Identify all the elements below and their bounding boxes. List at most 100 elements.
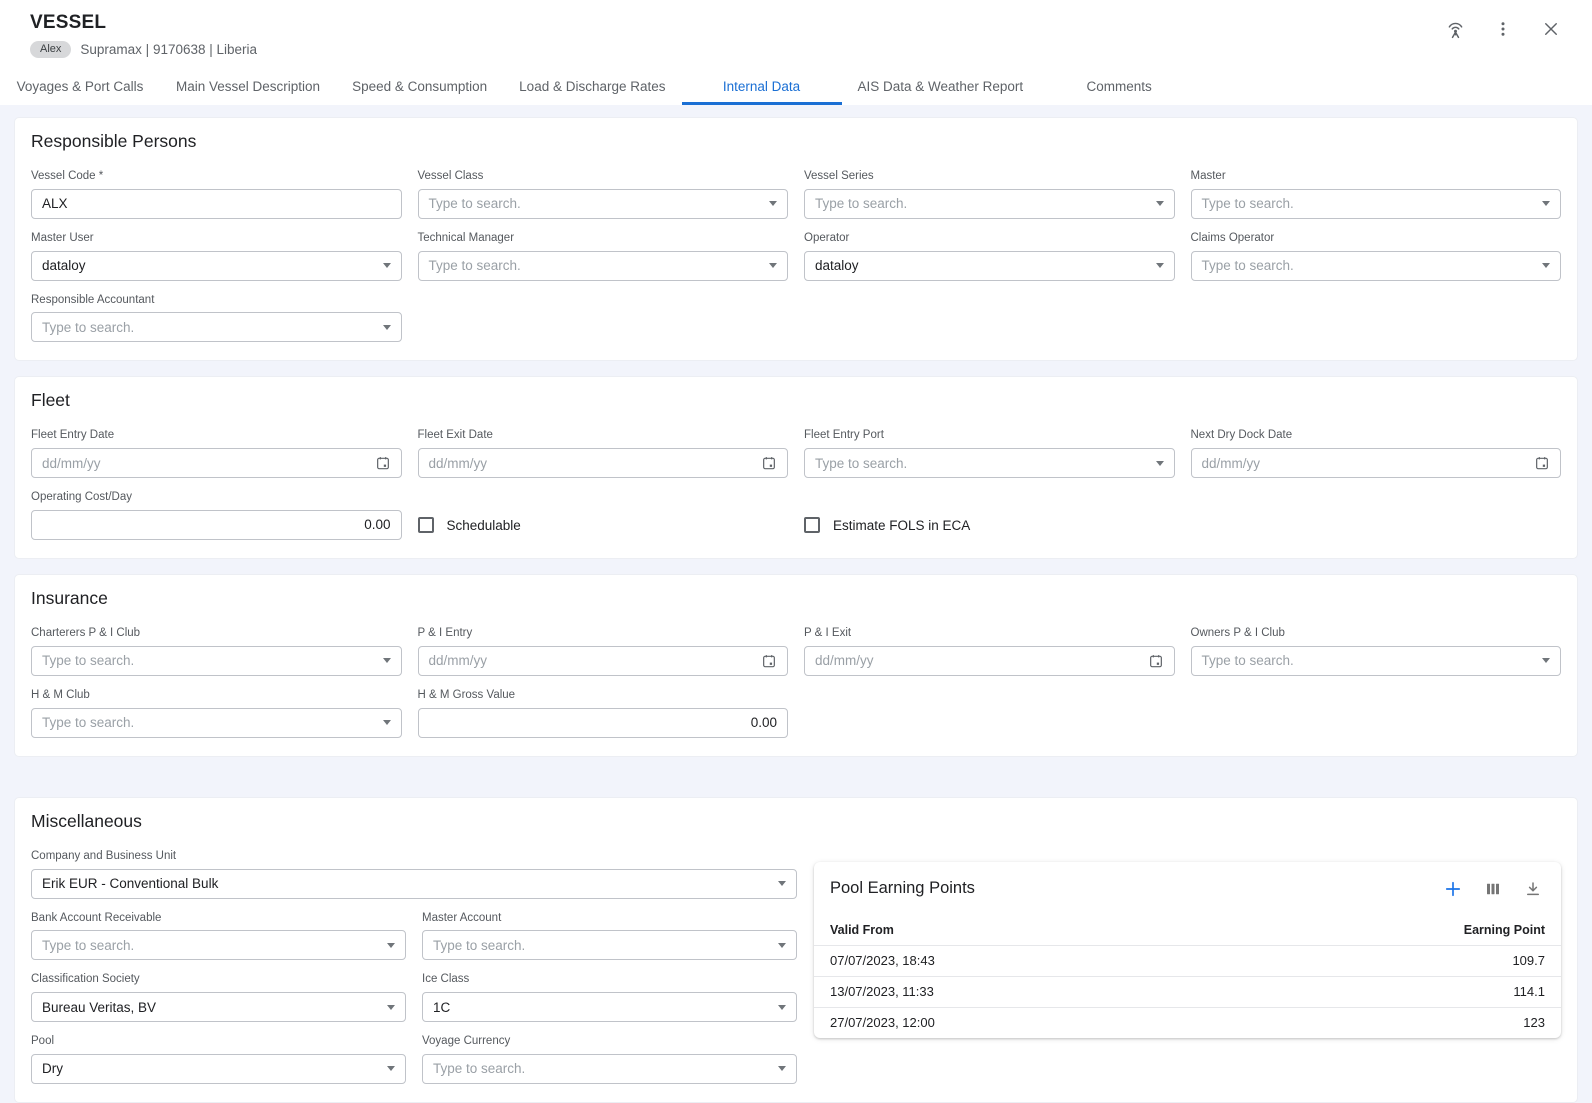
chevron-down-icon[interactable] (778, 1005, 786, 1010)
ice-class-field: Ice Class 1C (422, 973, 797, 1022)
voyage-currency-select[interactable]: Type to search. (422, 1054, 797, 1084)
valid-from-cell: 07/07/2023, 18:43 (830, 953, 935, 968)
schedulable-checkbox-row[interactable]: Schedulable (418, 510, 789, 540)
operating-cost-day-field: Operating Cost/Day 0.00 (31, 491, 402, 540)
ice-class-select[interactable]: 1C (422, 992, 797, 1022)
calendar-icon[interactable] (761, 455, 777, 471)
hm-gross-value-input[interactable]: 0.00 (418, 708, 789, 738)
company-business-unit-label: Company and Business Unit (31, 850, 797, 864)
checkbox-icon[interactable] (804, 517, 820, 533)
calendar-icon[interactable] (375, 455, 391, 471)
chevron-down-icon[interactable] (778, 1066, 786, 1071)
fleet-entry-port-field: Fleet Entry Port Type to search. (804, 429, 1175, 478)
window-header: VESSEL Alex Supramax | 9170638 | Liberia (0, 0, 1592, 105)
master-user-select[interactable]: dataloy (31, 251, 402, 281)
table-header-row: Valid From Earning Point (814, 915, 1561, 945)
pi-entry-label: P & I Entry (418, 627, 789, 641)
chevron-down-icon[interactable] (1542, 201, 1550, 206)
columns-icon[interactable] (1481, 877, 1505, 901)
fleet-exit-date-field: Fleet Exit Date dd/mm/yy (418, 429, 789, 478)
hm-club-field: H & M Club Type to search. (31, 689, 402, 738)
pi-exit-label: P & I Exit (804, 627, 1175, 641)
fleet-entry-date-input[interactable]: dd/mm/yy (31, 448, 402, 478)
section-responsible-persons: Responsible Persons Vessel Code * ALX Ve… (14, 117, 1578, 361)
chevron-down-icon[interactable] (1156, 263, 1164, 268)
user-badge: Alex (30, 41, 71, 58)
tab-main-vessel-description[interactable]: Main Vessel Description (160, 71, 336, 105)
vessel-class-label: Vessel Class (418, 170, 789, 184)
tab-comments[interactable]: Comments (1039, 71, 1199, 105)
pool-field: Pool Dry (31, 1035, 406, 1084)
table-row[interactable]: 07/07/2023, 18:43 109.7 (814, 945, 1561, 976)
chevron-down-icon[interactable] (778, 881, 786, 886)
chevron-down-icon[interactable] (1156, 201, 1164, 206)
add-row-icon[interactable] (1441, 877, 1465, 901)
valid-from-cell: 13/07/2023, 11:33 (830, 984, 934, 999)
chevron-down-icon[interactable] (387, 1005, 395, 1010)
charterers-pi-club-select[interactable]: Type to search. (31, 646, 402, 676)
operator-select[interactable]: dataloy (804, 251, 1175, 281)
vessel-series-label: Vessel Series (804, 170, 1175, 184)
classification-society-field: Classification Society Bureau Veritas, B… (31, 973, 406, 1022)
classification-society-select[interactable]: Bureau Veritas, BV (31, 992, 406, 1022)
tab-ais-data-weather-report[interactable]: AIS Data & Weather Report (842, 71, 1040, 105)
vessel-code-input[interactable]: ALX (31, 189, 402, 219)
table-row[interactable]: 13/07/2023, 11:33 114.1 (814, 976, 1561, 1007)
chevron-down-icon[interactable] (383, 658, 391, 663)
hm-club-select[interactable]: Type to search. (31, 708, 402, 738)
next-dry-dock-date-field: Next Dry Dock Date dd/mm/yy (1191, 429, 1562, 478)
section-insurance: Insurance Charterers P & I Club Type to … (14, 574, 1578, 757)
section-title: Insurance (31, 588, 1561, 609)
chevron-down-icon[interactable] (387, 943, 395, 948)
close-icon[interactable] (1534, 15, 1568, 43)
kebab-menu-icon[interactable] (1486, 15, 1520, 43)
chevron-down-icon[interactable] (383, 325, 391, 330)
responsible-accountant-select[interactable]: Type to search. (31, 312, 402, 342)
owners-pi-club-label: Owners P & I Club (1191, 627, 1562, 641)
chevron-down-icon[interactable] (383, 720, 391, 725)
chevron-down-icon[interactable] (778, 943, 786, 948)
estimate-fols-checkbox-row[interactable]: Estimate FOLS in ECA (804, 510, 1175, 540)
tab-voyages-port-calls[interactable]: Voyages & Port Calls (0, 71, 160, 105)
chevron-down-icon[interactable] (383, 263, 391, 268)
master-select[interactable]: Type to search. (1191, 189, 1562, 219)
charterers-pi-club-label: Charterers P & I Club (31, 627, 402, 641)
chevron-down-icon[interactable] (769, 201, 777, 206)
chevron-down-icon[interactable] (1156, 461, 1164, 466)
vessel-class-select[interactable]: Type to search. (418, 189, 789, 219)
operator-label: Operator (804, 232, 1175, 246)
col-earning-point: Earning Point (1464, 923, 1545, 937)
classification-society-label: Classification Society (31, 973, 406, 987)
calendar-icon[interactable] (761, 653, 777, 669)
vessel-series-select[interactable]: Type to search. (804, 189, 1175, 219)
tab-speed-consumption[interactable]: Speed & Consumption (336, 71, 503, 105)
antenna-icon[interactable] (1438, 15, 1472, 43)
fleet-exit-date-input[interactable]: dd/mm/yy (418, 448, 789, 478)
bank-account-receivable-select[interactable]: Type to search. (31, 930, 406, 960)
pi-entry-input[interactable]: dd/mm/yy (418, 646, 789, 676)
checkbox-icon[interactable] (418, 517, 434, 533)
owners-pi-club-select[interactable]: Type to search. (1191, 646, 1562, 676)
fleet-entry-port-select[interactable]: Type to search. (804, 448, 1175, 478)
claims-operator-select[interactable]: Type to search. (1191, 251, 1562, 281)
technical-manager-select[interactable]: Type to search. (418, 251, 789, 281)
chevron-down-icon[interactable] (1542, 658, 1550, 663)
master-account-select[interactable]: Type to search. (422, 930, 797, 960)
calendar-icon[interactable] (1148, 653, 1164, 669)
voyage-currency-label: Voyage Currency (422, 1035, 797, 1049)
tab-internal-data[interactable]: Internal Data (682, 71, 842, 105)
pool-select[interactable]: Dry (31, 1054, 406, 1084)
tab-load-discharge-rates[interactable]: Load & Discharge Rates (503, 71, 681, 105)
chevron-down-icon[interactable] (387, 1066, 395, 1071)
operating-cost-day-input[interactable]: 0.00 (31, 510, 402, 540)
next-dry-dock-date-input[interactable]: dd/mm/yy (1191, 448, 1562, 478)
pi-exit-input[interactable]: dd/mm/yy (804, 646, 1175, 676)
calendar-icon[interactable] (1534, 455, 1550, 471)
chevron-down-icon[interactable] (1542, 263, 1550, 268)
vessel-series-field: Vessel Series Type to search. (804, 170, 1175, 219)
download-icon[interactable] (1521, 877, 1545, 901)
chevron-down-icon[interactable] (769, 263, 777, 268)
table-row[interactable]: 27/07/2023, 12:00 123 (814, 1007, 1561, 1038)
company-business-unit-select[interactable]: Erik EUR - Conventional Bulk (31, 869, 797, 899)
col-valid-from: Valid From (830, 923, 894, 937)
